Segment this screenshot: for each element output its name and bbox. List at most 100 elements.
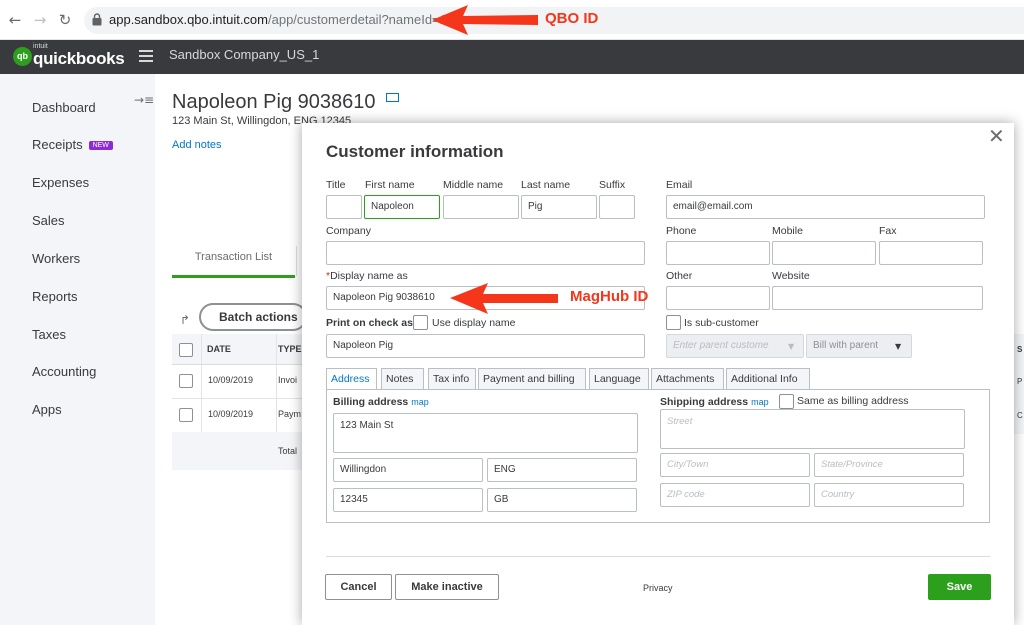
row-checkbox[interactable] (179, 408, 193, 422)
company-input[interactable] (326, 241, 645, 265)
use-display-name-checkbox[interactable] (413, 315, 428, 330)
sub-customer-checkbox[interactable] (666, 315, 681, 330)
shipping-street-input[interactable]: Street (660, 409, 965, 449)
table-row[interactable]: 10/09/2019 Paym (172, 399, 312, 433)
middle-name-label: Middle name (443, 179, 504, 191)
hamburger-menu-icon[interactable] (139, 50, 153, 62)
maghub-id-arrow-icon (450, 283, 558, 314)
sidebar-item-receipts[interactable]: Receipts NEW (32, 137, 113, 152)
sidebar-item-expenses[interactable]: Expenses (32, 175, 89, 190)
billing-address-label-text: Billing address (333, 396, 409, 408)
fax-input[interactable] (879, 241, 983, 265)
shipping-country-input[interactable]: Country (814, 483, 964, 507)
add-notes-link[interactable]: Add notes (172, 139, 222, 151)
shipping-zip-input[interactable]: ZIP code (660, 483, 810, 507)
footer-divider (326, 556, 990, 557)
tab-payment-and-billing[interactable]: Payment and billing (478, 368, 586, 389)
cancel-button[interactable]: Cancel (325, 574, 392, 600)
print-on-check-label: Print on check as (326, 317, 413, 329)
new-badge: NEW (88, 141, 113, 150)
tab-address[interactable]: Address (326, 368, 377, 390)
sidebar-item-taxes[interactable]: Taxes (32, 327, 66, 342)
shipping-map-link[interactable]: map (751, 397, 769, 407)
website-input[interactable] (772, 286, 983, 310)
sidebar-item-workers[interactable]: Workers (32, 251, 80, 266)
qbo-id-arrow-icon (432, 5, 538, 35)
billing-state-input[interactable]: ENG (487, 458, 637, 482)
email-input[interactable]: email@email.com (666, 195, 985, 219)
save-button[interactable]: Save (928, 574, 991, 600)
mobile-input[interactable] (772, 241, 876, 265)
tab-notes[interactable]: Notes (381, 368, 424, 389)
row-date: 10/09/2019 (208, 375, 254, 385)
sub-customer-label: Is sub-customer (684, 317, 759, 329)
middle-name-input[interactable] (443, 195, 519, 219)
select-all-checkbox[interactable] (179, 343, 193, 357)
last-name-input[interactable]: Pig (521, 195, 597, 219)
first-name-input[interactable]: Napoleon (364, 195, 440, 219)
forward-arrow-icon[interactable]: → (31, 11, 49, 29)
first-name-label: First name (365, 179, 415, 191)
billing-address-label: Billing address map (333, 396, 429, 408)
sidebar-item-accounting[interactable]: Accounting (32, 364, 96, 379)
billing-map-link[interactable]: map (411, 397, 429, 407)
quickbooks-logo-icon: qb (13, 47, 32, 66)
mobile-label: Mobile (772, 225, 803, 237)
display-name-label: *Display name as (326, 270, 408, 282)
batch-actions-button[interactable]: Batch actions (199, 303, 307, 331)
table-header: DATE TYPE (172, 334, 312, 365)
tab-additional-info[interactable]: Additional Info (726, 368, 810, 389)
tab-language[interactable]: Language (589, 368, 649, 389)
shipping-city-input[interactable]: City/Town (660, 453, 810, 477)
mail-icon[interactable] (386, 93, 399, 102)
back-arrow-icon[interactable]: ← (6, 11, 24, 29)
phone-input[interactable] (666, 241, 770, 265)
close-icon[interactable]: ✕ (988, 126, 1005, 146)
sidebar-item-reports[interactable]: Reports (32, 289, 78, 304)
column-divider (276, 334, 277, 364)
billing-country-input[interactable]: GB (487, 488, 637, 512)
sidebar-item-dashboard[interactable]: Dashboard (32, 100, 96, 115)
collapse-sidebar-icon[interactable]: →≡ (134, 93, 154, 107)
row-date: 10/09/2019 (208, 409, 254, 419)
sidebar-item-sales[interactable]: Sales (32, 213, 65, 228)
other-input[interactable] (666, 286, 770, 310)
website-label: Website (772, 270, 810, 282)
row-checkbox[interactable] (179, 374, 193, 388)
chevron-down-icon: ▼ (895, 342, 902, 351)
billing-city-input[interactable]: Willingdon (333, 458, 483, 482)
sidebar (0, 74, 155, 625)
print-on-check-input[interactable]: Napoleon Pig (326, 334, 645, 358)
table-row[interactable]: 10/09/2019 Invoi (172, 365, 312, 399)
row-type: Invoi (278, 375, 298, 385)
tab-attachments[interactable]: Attachments (651, 368, 724, 389)
reload-icon[interactable]: ↻ (56, 11, 74, 29)
shipping-state-input[interactable]: State/Province (814, 453, 964, 477)
privacy-link[interactable]: Privacy (643, 583, 673, 593)
billing-street-input[interactable]: 123 Main St (333, 413, 638, 453)
make-inactive-button[interactable]: Make inactive (395, 574, 499, 600)
row-type: Paym (278, 409, 302, 419)
tab-tax-info[interactable]: Tax info (428, 368, 476, 389)
billing-zip-input[interactable]: 12345 (333, 488, 483, 512)
display-name-label-text: Display name as (330, 270, 408, 282)
company-label: Company (326, 225, 371, 237)
parent-customer-select[interactable]: Enter parent custome (666, 334, 804, 358)
sort-arrow-icon[interactable]: ↱ (180, 313, 190, 327)
maghub-id-annotation: MagHub ID (570, 288, 649, 305)
column-header-type[interactable]: TYPE (278, 344, 302, 354)
customer-name-title: Napoleon Pig 9038610 (172, 91, 376, 113)
url-text[interactable]: app.sandbox.qbo.intuit.com/app/customerd… (109, 12, 461, 27)
column-header-date[interactable]: DATE (207, 344, 231, 354)
quickbooks-wordmark: quickbooks (33, 49, 125, 68)
column-divider (276, 399, 277, 432)
same-as-billing-checkbox[interactable] (779, 394, 794, 409)
sidebar-item-apps[interactable]: Apps (32, 402, 62, 417)
tab-divider (296, 246, 297, 276)
suffix-input[interactable] (599, 195, 635, 219)
title-input[interactable] (326, 195, 362, 219)
app-header (0, 40, 1024, 74)
other-label: Other (666, 270, 693, 282)
tab-transaction-list[interactable]: Transaction List (172, 240, 295, 278)
title-label: Title (326, 179, 346, 191)
